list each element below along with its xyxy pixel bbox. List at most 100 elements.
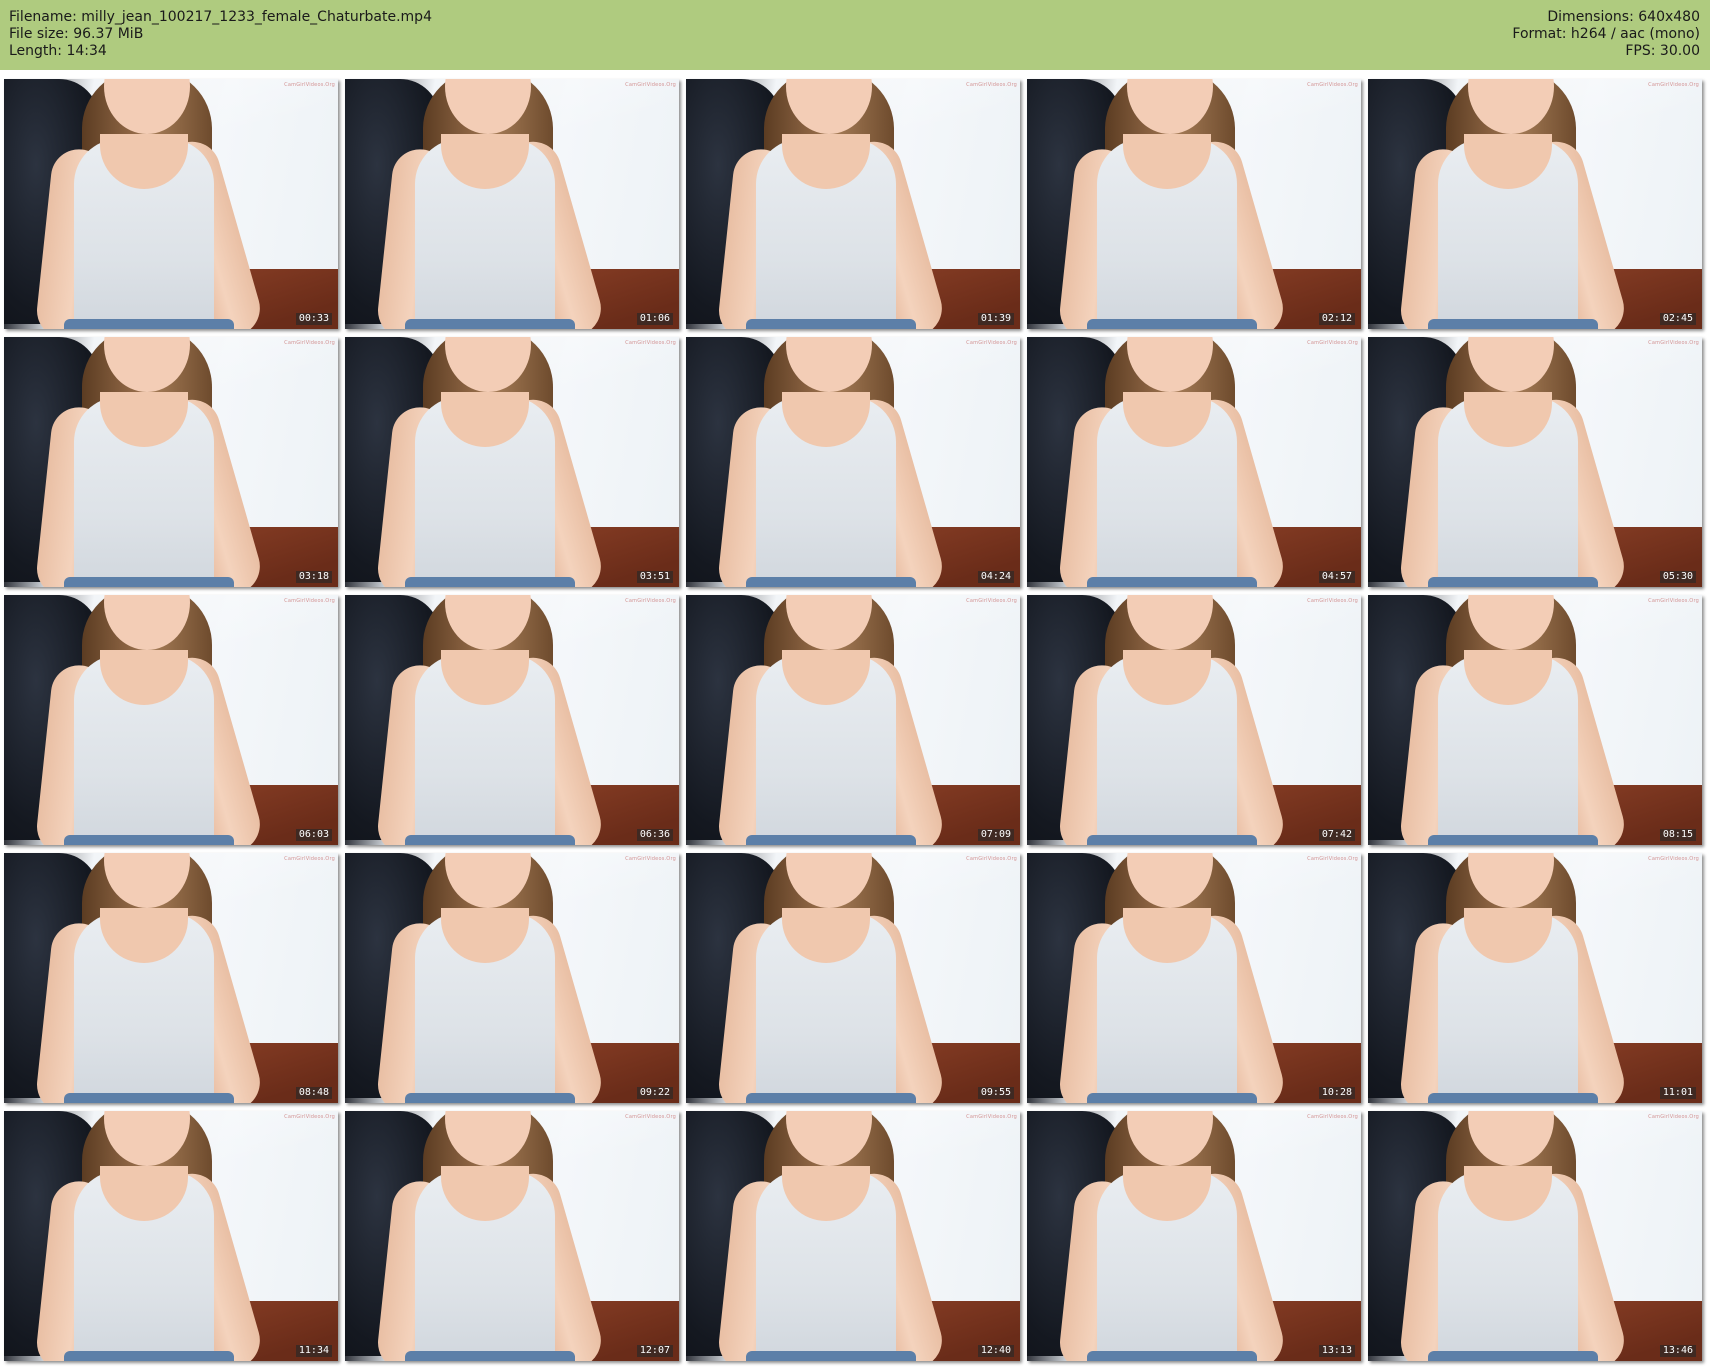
frame-image bbox=[4, 853, 338, 1103]
frame-image bbox=[345, 853, 679, 1103]
watermark-logo: CamGirlVideos.Org bbox=[1648, 598, 1699, 604]
frame-timestamp: 13:13 bbox=[1318, 1345, 1355, 1357]
frame-image bbox=[345, 1111, 679, 1361]
frame-timestamp: 06:03 bbox=[295, 829, 332, 841]
frame-timestamp: 06:36 bbox=[636, 829, 673, 841]
frame-jeans-shape bbox=[405, 835, 575, 845]
thumbnail-grid: CamGirlVideos.Org 00:33 CamGirlVideos.Org 0… bbox=[4, 79, 1706, 1361]
frame-jeans-shape bbox=[64, 577, 234, 587]
frame-image bbox=[1368, 1111, 1702, 1361]
frame-image bbox=[1027, 337, 1361, 587]
watermark-logo: CamGirlVideos.Org bbox=[1307, 1114, 1358, 1120]
video-frame-thumbnail: CamGirlVideos.Org 09:22 bbox=[345, 853, 679, 1103]
frame-timestamp: 03:51 bbox=[636, 571, 673, 583]
frame-jeans-shape bbox=[64, 835, 234, 845]
frame-jeans-shape bbox=[1087, 835, 1257, 845]
watermark-logo: CamGirlVideos.Org bbox=[966, 340, 1017, 346]
info-header: Filename: milly_jean_100217_1233_female_… bbox=[0, 0, 1710, 70]
watermark-logo: CamGirlVideos.Org bbox=[284, 1114, 335, 1120]
info-left-column: Filename: milly_jean_100217_1233_female_… bbox=[9, 9, 432, 60]
watermark-logo: CamGirlVideos.Org bbox=[1307, 856, 1358, 862]
video-frame-thumbnail: CamGirlVideos.Org 04:57 bbox=[1027, 337, 1361, 587]
dimensions-text: Dimensions: 640x480 bbox=[1547, 9, 1700, 25]
frame-timestamp: 08:15 bbox=[1659, 829, 1696, 841]
info-right-column: Dimensions: 640x480 Format: h264 / aac (… bbox=[1512, 9, 1700, 60]
frame-image bbox=[1027, 1111, 1361, 1361]
frame-image bbox=[1027, 853, 1361, 1103]
frame-image bbox=[345, 595, 679, 845]
frame-image bbox=[686, 337, 1020, 587]
frame-jeans-shape bbox=[405, 1093, 575, 1103]
frame-jeans-shape bbox=[746, 577, 916, 587]
frame-timestamp: 04:24 bbox=[977, 571, 1014, 583]
frame-image bbox=[1368, 595, 1702, 845]
watermark-logo: CamGirlVideos.Org bbox=[625, 340, 676, 346]
frame-image bbox=[1027, 79, 1361, 329]
frame-jeans-shape bbox=[405, 577, 575, 587]
video-frame-thumbnail: CamGirlVideos.Org 11:34 bbox=[4, 1111, 338, 1361]
length-text: Length: 14:34 bbox=[9, 43, 107, 59]
video-frame-thumbnail: CamGirlVideos.Org 08:48 bbox=[4, 853, 338, 1103]
frame-jeans-shape bbox=[1428, 1093, 1598, 1103]
frame-image bbox=[686, 79, 1020, 329]
frame-timestamp: 02:45 bbox=[1659, 313, 1696, 325]
watermark-logo: CamGirlVideos.Org bbox=[284, 340, 335, 346]
frame-jeans-shape bbox=[1428, 1351, 1598, 1361]
video-frame-thumbnail: CamGirlVideos.Org 07:09 bbox=[686, 595, 1020, 845]
frame-timestamp: 05:30 bbox=[1659, 571, 1696, 583]
frame-jeans-shape bbox=[746, 1093, 916, 1103]
frame-timestamp: 09:22 bbox=[636, 1087, 673, 1099]
frame-timestamp: 11:01 bbox=[1659, 1087, 1696, 1099]
file-size-text: File size: 96.37 MiB bbox=[9, 26, 144, 42]
video-frame-thumbnail: CamGirlVideos.Org 01:39 bbox=[686, 79, 1020, 329]
watermark-logo: CamGirlVideos.Org bbox=[284, 598, 335, 604]
video-frame-thumbnail: CamGirlVideos.Org 04:24 bbox=[686, 337, 1020, 587]
frame-jeans-shape bbox=[746, 1351, 916, 1361]
video-frame-thumbnail: CamGirlVideos.Org 13:46 bbox=[1368, 1111, 1702, 1361]
video-frame-thumbnail: CamGirlVideos.Org 03:18 bbox=[4, 337, 338, 587]
video-frame-thumbnail: CamGirlVideos.Org 01:06 bbox=[345, 79, 679, 329]
frame-timestamp: 07:42 bbox=[1318, 829, 1355, 841]
watermark-logo: CamGirlVideos.Org bbox=[966, 1114, 1017, 1120]
watermark-logo: CamGirlVideos.Org bbox=[966, 598, 1017, 604]
video-frame-thumbnail: CamGirlVideos.Org 06:36 bbox=[345, 595, 679, 845]
filename-text: Filename: milly_jean_100217_1233_female_… bbox=[9, 9, 432, 25]
frame-image bbox=[1368, 79, 1702, 329]
watermark-logo: CamGirlVideos.Org bbox=[1307, 598, 1358, 604]
frame-jeans-shape bbox=[1087, 319, 1257, 329]
frame-timestamp: 07:09 bbox=[977, 829, 1014, 841]
video-frame-thumbnail: CamGirlVideos.Org 09:55 bbox=[686, 853, 1020, 1103]
frame-timestamp: 01:39 bbox=[977, 313, 1014, 325]
video-frame-thumbnail: CamGirlVideos.Org 03:51 bbox=[345, 337, 679, 587]
video-frame-thumbnail: CamGirlVideos.Org 12:07 bbox=[345, 1111, 679, 1361]
frame-image bbox=[4, 79, 338, 329]
frame-jeans-shape bbox=[405, 1351, 575, 1361]
frame-image bbox=[686, 595, 1020, 845]
watermark-logo: CamGirlVideos.Org bbox=[1648, 1114, 1699, 1120]
frame-jeans-shape bbox=[746, 835, 916, 845]
frame-image bbox=[1027, 595, 1361, 845]
video-frame-thumbnail: CamGirlVideos.Org 10:28 bbox=[1027, 853, 1361, 1103]
watermark-logo: CamGirlVideos.Org bbox=[966, 82, 1017, 88]
video-frame-thumbnail: CamGirlVideos.Org 13:13 bbox=[1027, 1111, 1361, 1361]
video-frame-thumbnail: CamGirlVideos.Org 06:03 bbox=[4, 595, 338, 845]
frame-image bbox=[4, 337, 338, 587]
frame-timestamp: 04:57 bbox=[1318, 571, 1355, 583]
video-frame-thumbnail: CamGirlVideos.Org 02:12 bbox=[1027, 79, 1361, 329]
frame-image bbox=[686, 853, 1020, 1103]
watermark-logo: CamGirlVideos.Org bbox=[1307, 340, 1358, 346]
watermark-logo: CamGirlVideos.Org bbox=[284, 82, 335, 88]
frame-jeans-shape bbox=[405, 319, 575, 329]
watermark-logo: CamGirlVideos.Org bbox=[625, 1114, 676, 1120]
frame-timestamp: 12:40 bbox=[977, 1345, 1014, 1357]
frame-image bbox=[686, 1111, 1020, 1361]
format-text: Format: h264 / aac (mono) bbox=[1512, 26, 1700, 42]
video-frame-thumbnail: CamGirlVideos.Org 07:42 bbox=[1027, 595, 1361, 845]
watermark-logo: CamGirlVideos.Org bbox=[1648, 856, 1699, 862]
video-frame-thumbnail: CamGirlVideos.Org 08:15 bbox=[1368, 595, 1702, 845]
watermark-logo: CamGirlVideos.Org bbox=[625, 856, 676, 862]
frame-timestamp: 09:55 bbox=[977, 1087, 1014, 1099]
frame-jeans-shape bbox=[64, 1351, 234, 1361]
frame-jeans-shape bbox=[1087, 1351, 1257, 1361]
frame-timestamp: 03:18 bbox=[295, 571, 332, 583]
